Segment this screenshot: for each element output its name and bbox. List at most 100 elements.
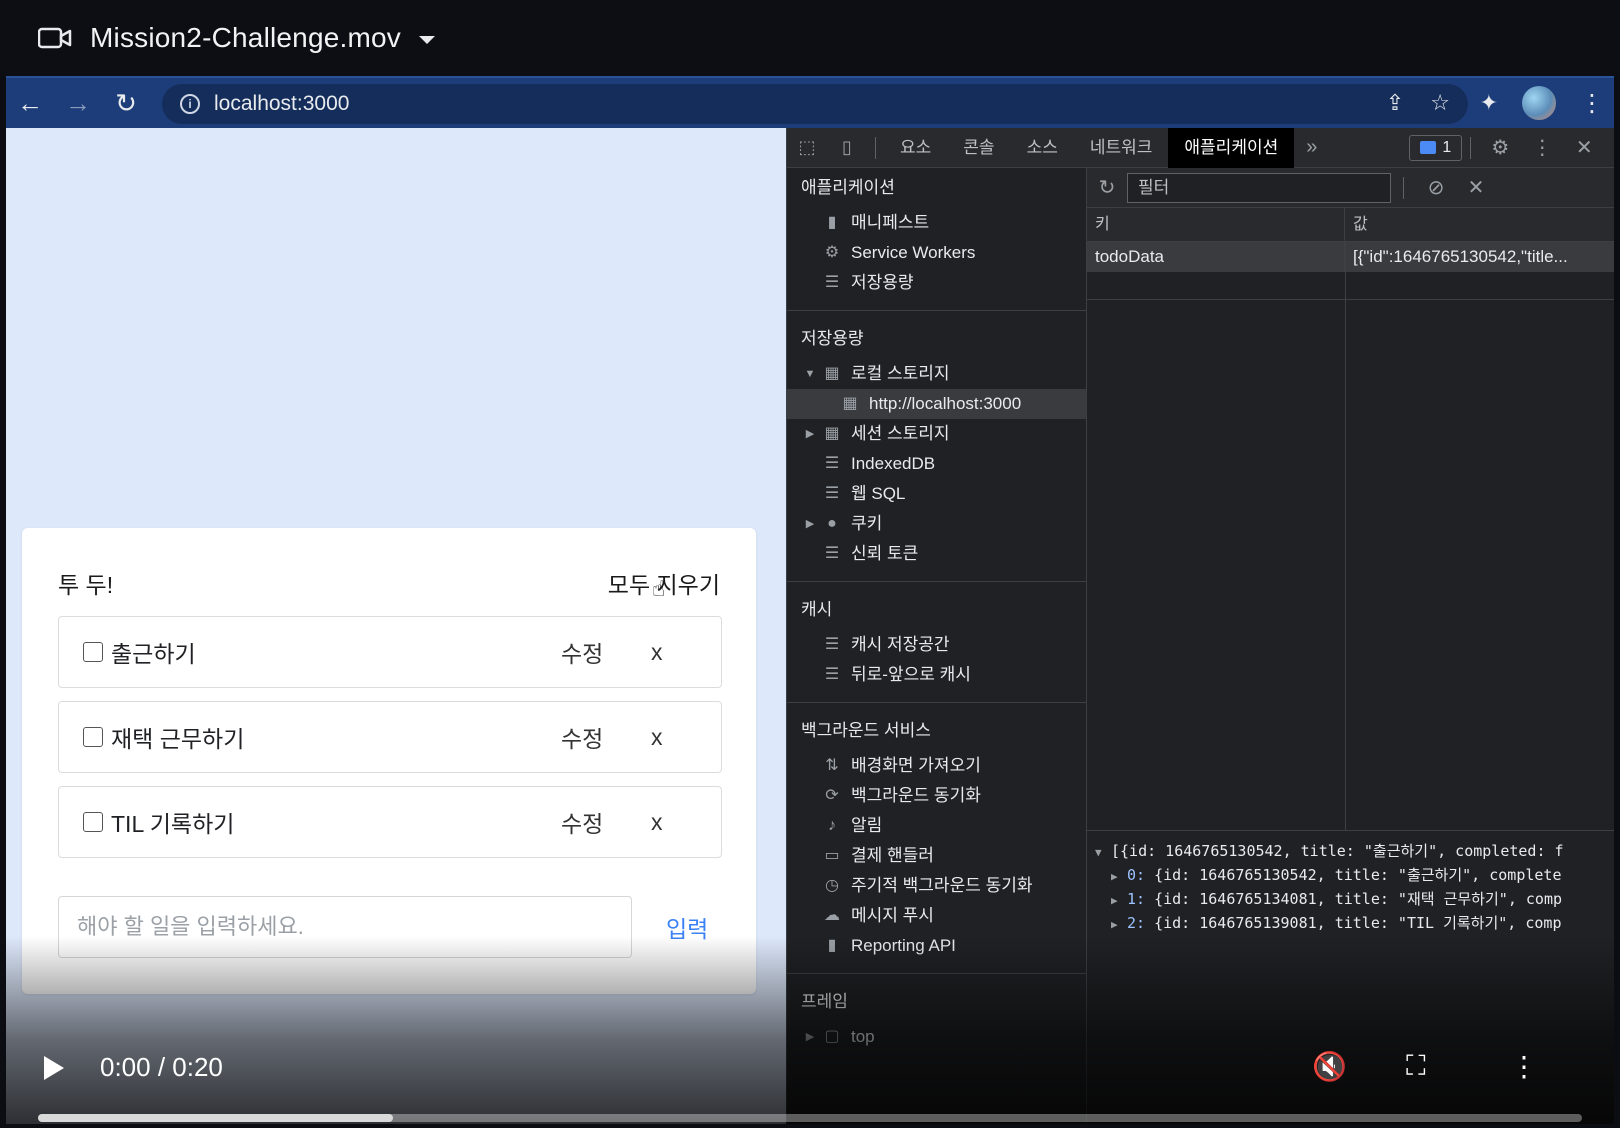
collapsed-triangle-icon[interactable]: ▶ <box>803 1022 817 1052</box>
back-arrow-icon[interactable]: ← <box>6 88 54 119</box>
value-column-header[interactable]: 값 <box>1345 208 1614 241</box>
sidebar-item-payment-handler[interactable]: ▭ 결제 핸들러 <box>787 841 1086 871</box>
sidebar-item-label: 저장용량 <box>851 273 914 292</box>
expanded-triangle-icon[interactable]: ▼ <box>1095 841 1111 865</box>
todo-checkbox[interactable] <box>83 642 103 662</box>
storage-pane: ↻ ⊘ ✕ 키 값 todoData [{"id":1646765130542,… <box>1087 168 1614 1124</box>
edit-button[interactable]: 수정 <box>561 720 651 754</box>
more-tabs-icon[interactable]: » <box>1294 136 1329 159</box>
sidebar-item-label: 신뢰 토큰 <box>851 544 919 563</box>
delete-button[interactable]: x <box>651 724 721 751</box>
preview-line[interactable]: ▶ 0: {id: 1646765130542, title: "출근하기", c… <box>1087 863 1614 887</box>
sidebar-item-local-origin[interactable]: ▦ http://localhost:3000 <box>787 389 1086 419</box>
tab-network[interactable]: 네트워크 <box>1074 128 1169 168</box>
sidebar-item-background-sync[interactable]: ⟳ 백그라운드 동기화 <box>787 781 1086 811</box>
close-icon[interactable]: ✕ <box>1563 135 1605 160</box>
edit-button[interactable]: 수정 <box>561 635 651 669</box>
tab-elements[interactable]: 요소 <box>884 128 947 168</box>
sidebar-item-indexeddb[interactable]: ☰ IndexedDB <box>787 449 1086 479</box>
todo-checkbox[interactable] <box>83 727 103 747</box>
sidebar-item-label: 캐시 저장공간 <box>851 635 950 654</box>
delete-button[interactable]: x <box>651 639 721 666</box>
todo-label: 재택 근무하기 <box>111 726 245 752</box>
devtools-tab-bar: ⬚ ▯ 요소 콘솔 소스 네트워크 애플리케이션 » 1 ⚙ ⋮ ✕ <box>787 127 1614 168</box>
sidebar-item-frame-top[interactable]: ▶ ▢ top <box>787 1022 1086 1052</box>
sidebar-item-label: 로컬 스토리지 <box>851 364 950 383</box>
sidebar-item-cache-storage[interactable]: ☰ 캐시 저장공간 <box>787 630 1086 660</box>
share-icon[interactable]: ⇪ <box>1386 90 1404 116</box>
todo-checkbox[interactable] <box>83 812 103 832</box>
key-column-header[interactable]: 키 <box>1087 208 1345 241</box>
tab-application[interactable]: 애플리케이션 <box>1168 127 1295 168</box>
tab-console[interactable]: 콘솔 <box>947 128 1010 168</box>
sidebar-item-service-workers[interactable]: ⚙ Service Workers <box>787 238 1086 268</box>
preview-line[interactable]: ▶ 2: {id: 1646765139081, title: "TIL 기록하기… <box>1087 911 1614 935</box>
sidebar-item-label: http://localhost:3000 <box>869 394 1022 413</box>
sidebar-item-reporting-api[interactable]: ▮ Reporting API <box>787 931 1086 961</box>
new-todo-input[interactable] <box>58 896 632 958</box>
sidebar-item-push-messaging[interactable]: ☁ 메시지 푸시 <box>787 901 1086 931</box>
table-row[interactable]: todoData [{"id":1646765130542,"title... <box>1087 242 1614 272</box>
gear-icon: ⚙ <box>824 244 840 261</box>
kebab-menu-icon[interactable]: ⋮ <box>1521 135 1563 160</box>
forward-arrow-icon[interactable]: → <box>54 88 102 119</box>
video-time: 0:00 / 0:20 <box>100 1052 223 1082</box>
video-title: Mission2-Challenge.mov <box>90 22 401 53</box>
delete-selected-icon[interactable]: ✕ <box>1456 175 1496 200</box>
extensions-icon[interactable]: ✦ <box>1480 90 1498 116</box>
sidebar-item-websql[interactable]: ☰ 웹 SQL <box>787 479 1086 509</box>
inspect-element-icon[interactable]: ⬚ <box>787 137 827 158</box>
sidebar-item-label: IndexedDB <box>851 454 936 473</box>
filter-input[interactable] <box>1127 172 1391 203</box>
expanded-triangle-icon[interactable]: ▼ <box>803 359 817 389</box>
avatar[interactable] <box>1522 86 1556 120</box>
clear-all-icon[interactable]: ⊘ <box>1416 175 1456 200</box>
sidebar-item-background-fetch[interactable]: ⇅ 배경화면 가져오기 <box>787 751 1086 781</box>
sidebar-item-trust-tokens[interactable]: ☰ 신뢰 토큰 <box>787 539 1086 569</box>
star-icon[interactable]: ☆ <box>1430 90 1450 116</box>
preview-line[interactable]: ▶ 1: {id: 1646765134081, title: "재택 근무하기"… <box>1087 887 1614 911</box>
sidebar-item-notifications[interactable]: ♪ 알림 <box>787 811 1086 841</box>
sidebar-item-label: Reporting API <box>851 936 956 955</box>
sidebar-item-manifest[interactable]: ▮ 매니페스트 <box>787 208 1086 238</box>
play-icon[interactable] <box>44 1056 64 1080</box>
sidebar-item-cookies[interactable]: ▶ ● 쿠키 <box>787 509 1086 539</box>
refresh-icon[interactable]: ↻ <box>1087 175 1127 200</box>
info-icon[interactable]: i <box>180 94 200 114</box>
sidebar-item-local-storage[interactable]: ▼ ▦ 로컬 스토리지 <box>787 359 1086 389</box>
menu-icon[interactable]: ⋮ <box>1580 89 1604 118</box>
table-icon: ▦ <box>824 425 840 442</box>
fullscreen-icon[interactable]: ⛶ <box>1406 1050 1426 1083</box>
sidebar-item-bfcache[interactable]: ☰ 뒤로-앞으로 캐시 <box>787 660 1086 690</box>
sidebar-item-storage[interactable]: ☰ 저장용량 <box>787 268 1086 298</box>
gear-icon[interactable]: ⚙ <box>1479 135 1521 160</box>
collapsed-triangle-icon[interactable]: ▶ <box>803 509 817 539</box>
video-progress-bar[interactable] <box>38 1114 1582 1122</box>
key-cell[interactable]: todoData <box>1087 242 1345 272</box>
address-bar[interactable]: i localhost:3000 ⇪ ☆ <box>162 84 1468 124</box>
collapsed-triangle-icon[interactable]: ▶ <box>803 419 817 449</box>
reload-icon[interactable]: ↻ <box>102 88 150 119</box>
more-options-icon[interactable]: ⋮ <box>1510 1050 1538 1083</box>
collapsed-triangle-icon[interactable]: ▶ <box>1111 913 1127 937</box>
preview-index: 0: <box>1127 866 1146 884</box>
sidebar-item-label: 매니페스트 <box>851 213 930 232</box>
device-toolbar-icon[interactable]: ▯ <box>827 137 867 158</box>
preview-line[interactable]: ▼ [{id: 1646765130542, title: "출근하기", com… <box>1087 839 1614 863</box>
sidebar-item-session-storage[interactable]: ▶ ▦ 세션 스토리지 <box>787 419 1086 449</box>
issues-badge[interactable]: 1 <box>1409 134 1463 161</box>
title-dropdown-icon[interactable] <box>418 36 435 44</box>
tab-sources[interactable]: 소스 <box>1011 128 1074 168</box>
delete-button[interactable]: x <box>651 809 721 836</box>
submit-button[interactable]: 입력 <box>666 910 708 944</box>
section-cache: 캐시 <box>801 600 833 619</box>
value-cell[interactable]: [{"id":1646765130542,"title... <box>1345 242 1614 272</box>
collapsed-triangle-icon[interactable]: ▶ <box>1111 889 1127 913</box>
collapsed-triangle-icon[interactable]: ▶ <box>1111 865 1127 889</box>
address-url[interactable]: localhost:3000 <box>214 92 349 116</box>
edit-button[interactable]: 수정 <box>561 805 651 839</box>
file-icon: ▮ <box>827 214 837 231</box>
muted-speaker-icon[interactable]: 🔇 <box>1312 1050 1347 1083</box>
hand-cursor-icon: ☝ <box>652 576 666 601</box>
sidebar-item-periodic-sync[interactable]: ◷ 주기적 백그라운드 동기화 <box>787 871 1086 901</box>
